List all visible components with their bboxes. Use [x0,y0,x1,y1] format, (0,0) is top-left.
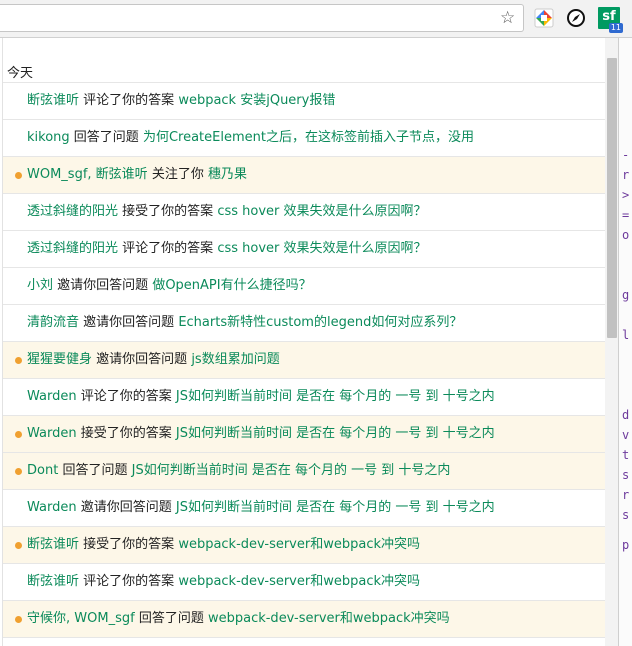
scrollbar-thumb[interactable] [607,58,617,338]
popup-scrollbar[interactable] [605,38,618,646]
notification-subject-link[interactable]: webpack-dev-server和webpack冲突吗 [178,537,420,552]
notification-item[interactable]: 断弦谁听 评论了你的答案 webpack-dev-server和webpack冲… [3,564,605,601]
unread-dot-icon [15,172,22,179]
notification-subject-link[interactable]: css hover 效果失效是什么原因啊？ [217,204,426,219]
notification-action-text: 接受了你的答案 [122,204,214,219]
notifications-list: 今天 断弦谁听 评论了你的答案 webpack 安装jQuery报错 kikong… [2,38,605,646]
notification-subject-link[interactable]: webpack 安装jQuery报错 [178,93,335,108]
notification-action-text: 接受了你的答案 [80,426,172,441]
notification-item[interactable]: 断弦谁听 接受了你的答案 webpack-dev-server和webpack冲… [3,527,605,564]
notification-actor-link[interactable]: 守候你, WOM_sgf [27,611,135,626]
star-icon[interactable]: ☆ [500,8,515,28]
notification-item[interactable]: Warden 评论了你的答案 JS如何判断当前时间 是否在 每个月的 一号 到 … [3,379,605,416]
notification-item[interactable]: Warden 邀请你回答问题 JS如何判断当前时间 是否在 每个月的 一号 到 … [3,490,605,527]
notification-actor-link[interactable]: kikong [27,130,70,145]
section-title-today: 今天 [3,38,605,83]
unread-dot-icon [15,468,22,475]
notification-subject-link[interactable]: JS如何判断当前时间 是否在 每个月的 一号 到 十号之内 [132,463,451,478]
notification-actor-link[interactable]: Dont [27,463,58,478]
notification-action-text: 邀请你回答问题 [96,352,188,367]
notification-subject-link[interactable]: 穗乃果 [208,167,247,182]
notification-item[interactable]: 守候你, WOM_sgf 回答了问题 webpack-dev-server和we… [3,601,605,638]
notification-subject-link[interactable]: JS如何判断当前时间 是否在 每个月的 一号 到 十号之内 [176,500,495,515]
address-bar[interactable] [0,4,524,32]
notification-action-text: 评论了你的答案 [83,574,175,589]
notification-actor-link[interactable]: 断弦谁听 [27,93,79,108]
notification-action-text: 关注了你 [151,167,204,182]
notification-actor-link[interactable]: 断弦谁听 [27,537,79,552]
notification-subject-link[interactable]: 做OpenAPI有什么捷径吗？ [152,278,311,293]
notification-actor-link[interactable]: 清韵流音 [27,315,79,330]
notification-actor-link[interactable]: Warden [27,389,77,404]
segmentfault-logo: sf [602,9,616,24]
notification-actor-link[interactable]: 透过斜缝的阳光 [27,204,118,219]
notification-action-text: 回答了问题 [138,611,204,626]
notification-subject-link[interactable]: JS如何判断当前时间 是否在 每个月的 一号 到 十号之内 [176,389,495,404]
notification-action-text: 邀请你回答问题 [80,500,172,515]
notification-action-text: 回答了问题 [62,463,128,478]
notification-subject-link[interactable]: 为何CreateElement之后，在这标签前插入子节点，没用 [143,130,474,145]
notification-item[interactable]: Dont 回答了问题 JS如何判断当前时间 是否在 每个月的 一号 到 十号之内 [3,453,605,490]
unread-dot-icon [15,431,22,438]
browser-toolbar: ☆ sf 11 [0,0,632,38]
segmentfault-extension-button[interactable]: sf 11 [598,7,623,33]
notification-item[interactable]: 断弦谁听 评论了你的答案 webpack 安装jQuery报错 [3,83,605,120]
notification-action-text: 邀请你回答问题 [83,315,175,330]
notification-actor-link[interactable]: 小刘 [27,278,53,293]
notification-actor-link[interactable]: 断弦谁听 [27,574,79,589]
compass-extension-icon[interactable] [566,8,586,28]
notification-subject-link[interactable]: Echarts新特性custom的legend如何对应系列？ [178,315,462,330]
notification-subject-link[interactable]: css hover 效果失效是什么原因啊？ [217,241,426,256]
unread-dot-icon [15,542,22,549]
notification-actor-link[interactable]: 透过斜缝的阳光 [27,241,118,256]
notification-action-text: 评论了你的答案 [80,389,172,404]
google-extension-icon[interactable] [534,8,554,28]
notification-actor-link[interactable]: Warden [27,426,77,441]
unread-dot-icon [15,357,22,364]
notification-action-text: 评论了你的答案 [122,241,214,256]
notification-item[interactable]: 透过斜缝的阳光 接受了你的答案 css hover 效果失效是什么原因啊？ [3,194,605,231]
notification-action-text: 评论了你的答案 [83,93,175,108]
notification-count-badge: 11 [608,23,623,33]
notification-item[interactable]: WOM_sgf, 断弦谁听 关注了你 穗乃果 [3,157,605,194]
notification-item[interactable]: 小刘 邀请你回答问题 做OpenAPI有什么捷径吗？ [3,268,605,305]
notification-action-text: 接受了你的答案 [83,537,175,552]
notification-item[interactable]: 透过斜缝的阳光 评论了你的答案 css hover 效果失效是什么原因啊？ [3,231,605,268]
notification-action-text: 邀请你回答问题 [57,278,149,293]
notification-action-text: 回答了问题 [73,130,139,145]
notification-actor-link[interactable]: 猩猩要健身 [27,352,92,367]
unread-dot-icon [15,616,22,623]
notification-actor-link[interactable]: WOM_sgf, 断弦谁听 [27,167,148,182]
notifications-popup: 今天 断弦谁听 评论了你的答案 webpack 安装jQuery报错 kikong… [0,38,619,646]
notification-subject-link[interactable]: webpack-dev-server和webpack冲突吗 [208,611,450,626]
notification-subject-link[interactable]: js数组累加问题 [191,352,279,367]
notification-item[interactable]: Warden 接受了你的答案 JS如何判断当前时间 是否在 每个月的 一号 到 … [3,416,605,453]
notification-actor-link[interactable]: Warden [27,500,77,515]
notification-item[interactable]: 猩猩要健身 邀请你回答问题 js数组累加问题 [3,342,605,379]
background-page: - r > = o g l d v t s r s p [618,38,632,646]
notification-item[interactable]: 清韵流音 邀请你回答问题 Echarts新特性custom的legend如何对应… [3,305,605,342]
notification-item[interactable]: kikong 回答了问题 为何CreateElement之后，在这标签前插入子节… [3,120,605,157]
notification-subject-link[interactable]: JS如何判断当前时间 是否在 每个月的 一号 到 十号之内 [176,426,495,441]
notification-subject-link[interactable]: webpack-dev-server和webpack冲突吗 [178,574,420,589]
